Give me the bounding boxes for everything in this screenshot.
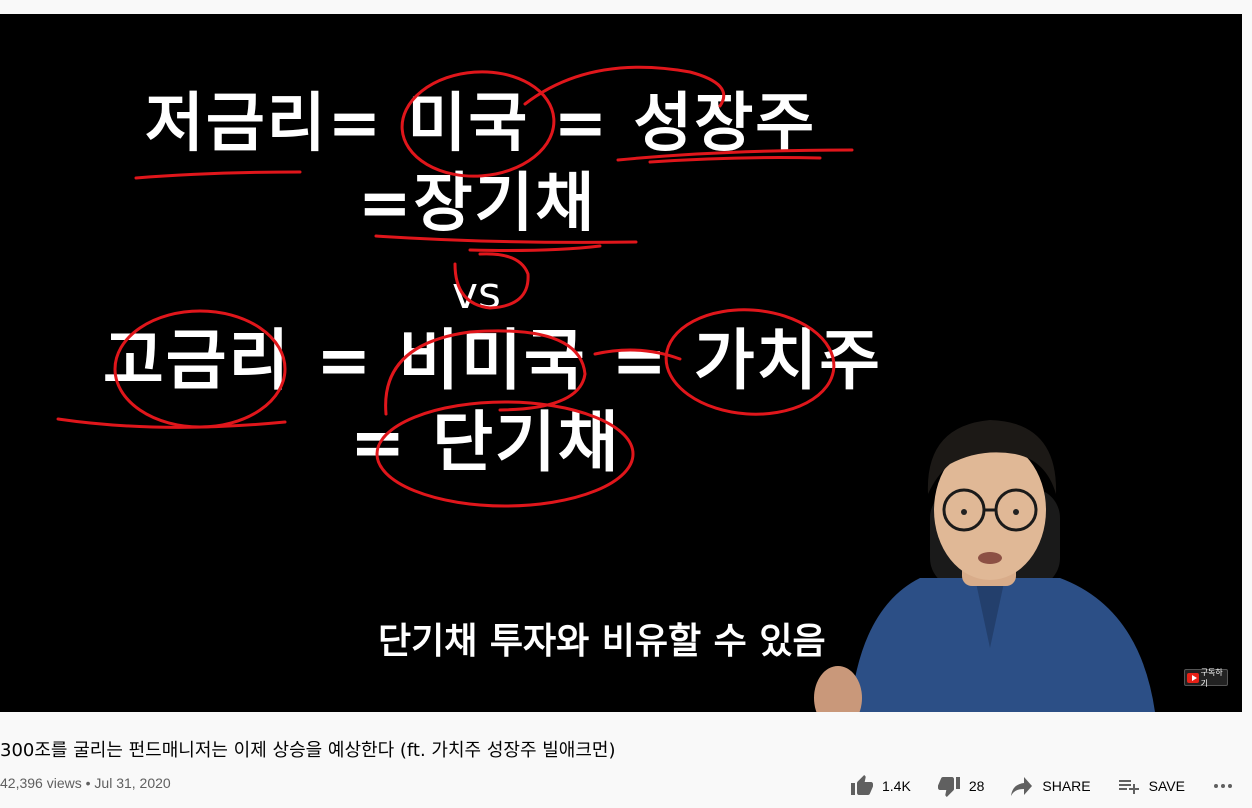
meta-separator: • xyxy=(81,775,95,791)
subscribe-watermark[interactable]: 구독하기 xyxy=(1184,667,1228,688)
playlist-add-icon xyxy=(1118,780,1139,794)
video-caption: 단기채 투자와 비유할 수 있음 xyxy=(378,621,826,662)
thumbs-down-icon xyxy=(937,777,960,797)
more-actions-button[interactable] xyxy=(1211,774,1235,798)
video-title: 300조를 굴리는 펀드매니저는 이제 상승을 예상한다 (ft. 가치주 성장… xyxy=(0,740,616,761)
video-actions: 1.4K 28 SHARE SAVE xyxy=(850,772,1235,800)
thumbs-up-icon xyxy=(851,775,873,795)
save-label: SAVE xyxy=(1148,778,1185,794)
upload-date: Jul 31, 2020 xyxy=(94,775,171,791)
like-count: 1.4K xyxy=(882,778,911,794)
view-count: 42,396 views xyxy=(0,775,82,791)
like-button[interactable]: 1.4K xyxy=(850,774,911,798)
presenter-figure xyxy=(814,420,1155,712)
dislike-count: 28 xyxy=(968,778,985,794)
share-arrow-icon xyxy=(1011,777,1033,796)
watch-page: 저금리= 미국 = 성장주 =장기채 vs 고금리 = 비미국 = 가치주 = … xyxy=(0,0,1252,808)
share-button[interactable]: SHARE xyxy=(1010,774,1091,798)
youtube-logo-icon xyxy=(1187,672,1199,683)
share-label: SHARE xyxy=(1042,778,1091,794)
save-button[interactable]: SAVE xyxy=(1117,774,1185,798)
dislike-button[interactable]: 28 xyxy=(937,774,985,798)
more-horizontal-icon xyxy=(1213,784,1232,788)
video-meta: 42,396 views • Jul 31, 2020 xyxy=(0,775,171,791)
video-player[interactable]: 저금리= 미국 = 성장주 =장기채 vs 고금리 = 비미국 = 가치주 = … xyxy=(0,14,1242,712)
subscribe-watermark-label: 구독하기 xyxy=(1200,667,1223,688)
